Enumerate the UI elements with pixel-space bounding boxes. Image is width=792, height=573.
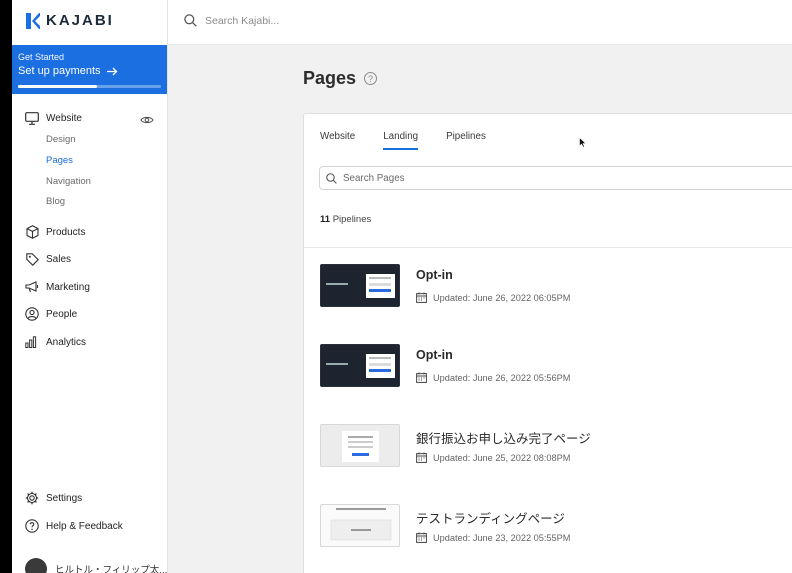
mouse-cursor-icon [579, 137, 587, 148]
sidebar-sub-navigation[interactable]: Navigation [46, 176, 91, 187]
box-icon [25, 225, 39, 239]
list-item[interactable]: Opt-in Updated: June 26, 2022 05:56PM [320, 344, 792, 388]
monitor-icon [25, 111, 39, 125]
pages-count-number: 11 [320, 214, 331, 225]
search-icon [184, 14, 197, 27]
sidebar-item-website[interactable]: Website [25, 111, 82, 125]
avatar [25, 558, 47, 573]
pages-card: Website Landing Pipelines Search Pages 1… [303, 113, 792, 573]
tab-pipelines[interactable]: Pipelines [446, 131, 486, 150]
page-updated: Updated: June 26, 2022 06:05PM [416, 292, 570, 303]
page-thumbnail [320, 264, 400, 307]
page-updated: Updated: June 23, 2022 05:55PM [416, 532, 570, 543]
global-search-placeholder: Search Kajabi... [205, 14, 280, 27]
setup-payments-label: Set up payments [18, 65, 101, 77]
sidebar-item-label: Settings [46, 492, 83, 504]
user-name: ヒルトル・フィリップ太... [55, 565, 168, 573]
page-title-text: Pages [303, 68, 357, 88]
sidebar-item-settings[interactable]: Settings [25, 491, 82, 505]
tab-landing[interactable]: Landing [383, 131, 419, 150]
setup-payments-link[interactable]: Set up payments [18, 65, 161, 77]
tag-icon [25, 252, 39, 266]
page-updated: Updated: June 25, 2022 08:08PM [416, 452, 570, 463]
sidebar: KAJABI Get Started Set up payments Websi… [12, 0, 168, 573]
pages-count-label: Pipelines [332, 214, 372, 225]
arrow-right-icon [106, 67, 117, 75]
brand-name: KAJABI [46, 12, 114, 29]
page-updated-text: Updated: June 26, 2022 06:05PM [433, 292, 571, 303]
page-thumbnail [320, 344, 400, 387]
page-updated-text: Updated: June 26, 2022 05:56PM [433, 372, 571, 383]
gear-icon [25, 491, 39, 505]
sidebar-item-label: Marketing [46, 281, 90, 293]
calendar-icon [416, 292, 427, 303]
page-updated: Updated: June 26, 2022 05:56PM [416, 372, 570, 383]
sidebar-item-label: Sales [46, 253, 72, 265]
help-icon[interactable]: ? [364, 72, 378, 85]
page-title-item[interactable]: テストランディングページ [416, 508, 565, 527]
pages-count: 11 Pipelines [320, 214, 371, 225]
setup-progress-fill [18, 85, 97, 88]
divider [304, 247, 792, 248]
kajabi-logo[interactable]: KAJABI [26, 12, 114, 29]
sidebar-item-label: Website [46, 112, 82, 124]
global-search-input[interactable]: Search Kajabi... [184, 14, 279, 27]
tab-website[interactable]: Website [320, 131, 355, 150]
pages-search-input[interactable]: Search Pages [319, 166, 792, 190]
pages-search-placeholder: Search Pages [343, 172, 405, 184]
page-title-item[interactable]: 銀行振込お申し込み完了ページ [416, 428, 591, 447]
eye-icon[interactable] [140, 112, 154, 130]
megaphone-icon [25, 280, 39, 294]
sidebar-item-label: Analytics [46, 336, 87, 348]
page-title-item[interactable]: Opt-in [416, 268, 453, 282]
list-item[interactable]: テストランディングページ Updated: June 23, 2022 05:5… [320, 504, 792, 548]
sidebar-item-sales[interactable]: Sales [25, 252, 71, 266]
sidebar-sub-blog[interactable]: Blog [46, 196, 65, 207]
page-thumbnail [320, 504, 400, 547]
page-title: Pages ? [303, 68, 378, 89]
sidebar-item-marketing[interactable]: Marketing [25, 280, 90, 294]
sidebar-sub-design[interactable]: Design [46, 134, 76, 145]
list-item[interactable]: Opt-in Updated: June 26, 2022 06:05PM [320, 264, 792, 308]
user-circle-icon [25, 307, 39, 321]
calendar-icon [416, 452, 427, 463]
top-bar: Search Kajabi... [168, 0, 792, 45]
sidebar-item-label: Help & Feedback [46, 520, 123, 532]
page-updated-text: Updated: June 23, 2022 05:55PM [433, 532, 571, 543]
bar-chart-icon [25, 335, 39, 349]
sidebar-item-label: Products [46, 226, 86, 238]
sidebar-item-label: People [46, 308, 78, 320]
search-icon [326, 172, 337, 184]
question-circle-icon [25, 519, 39, 533]
user-menu[interactable]: ヒルトル・フィリップ太... [25, 558, 167, 573]
get-started-banner[interactable]: Get Started Set up payments [12, 45, 167, 94]
sidebar-sub-pages[interactable]: Pages [46, 155, 73, 166]
page-title-item[interactable]: Opt-in [416, 348, 453, 362]
window-edge [0, 0, 12, 573]
calendar-icon [416, 532, 427, 543]
kajabi-logo-icon [26, 12, 40, 29]
sidebar-item-analytics[interactable]: Analytics [25, 335, 86, 349]
page-updated-text: Updated: June 25, 2022 08:08PM [433, 452, 571, 463]
calendar-icon [416, 372, 427, 383]
list-item[interactable]: 銀行振込お申し込み完了ページ Updated: June 25, 2022 08… [320, 424, 792, 468]
sidebar-item-products[interactable]: Products [25, 225, 85, 239]
page-thumbnail [320, 424, 400, 467]
get-started-title: Get Started [18, 52, 65, 62]
pages-tabs: Website Landing Pipelines [320, 131, 486, 150]
sidebar-item-help[interactable]: Help & Feedback [25, 519, 123, 533]
setup-progress-bar [18, 85, 161, 88]
sidebar-item-people[interactable]: People [25, 307, 77, 321]
